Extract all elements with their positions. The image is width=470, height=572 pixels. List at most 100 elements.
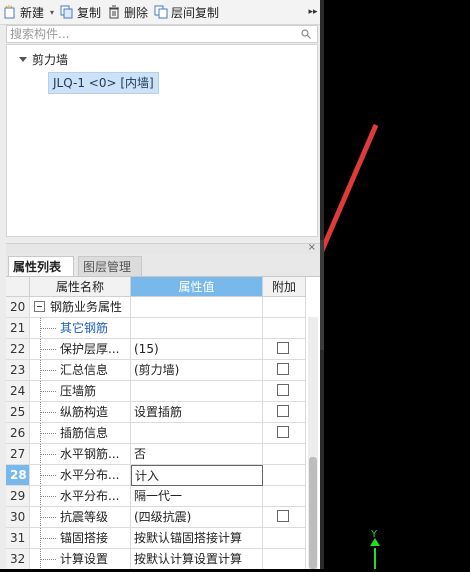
property-value-cell[interactable]: 按默认锚固搭接计算 (131, 528, 263, 549)
vertical-scrollbar[interactable] (308, 317, 318, 569)
row-number: 23 (6, 360, 30, 381)
property-name-label: 水平钢筋... (60, 447, 120, 461)
extra-checkbox[interactable] (277, 342, 289, 354)
tree-guide-line (40, 349, 56, 350)
search-input[interactable] (7, 26, 295, 42)
row-number: 28 (6, 465, 30, 486)
table-row[interactable]: 21 其它钢筋 (6, 318, 306, 339)
table-row[interactable]: 22 保护层厚... (15) (6, 339, 306, 360)
tab-layer-management[interactable]: 图层管理 (78, 256, 142, 276)
property-name-cell[interactable]: 汇总信息 (30, 360, 131, 381)
toolbar-overflow-button[interactable]: ▸▸ (306, 7, 320, 17)
collapse-box-icon[interactable] (34, 301, 45, 312)
tree-node-jlq-1[interactable]: JLQ-1 <0> [内墙] (48, 72, 159, 94)
property-value-editor[interactable]: 计入 (131, 465, 263, 486)
extra-cell (263, 486, 306, 507)
property-value-cell[interactable]: 设置插筋 (131, 402, 263, 423)
property-value-cell[interactable]: 隔一代一 (131, 486, 263, 507)
new-label: 新建 (20, 5, 45, 20)
property-name-label: 锚固搭接 (60, 531, 109, 545)
extra-cell (263, 465, 306, 486)
table-row[interactable]: 25 纵筋构造 设置插筋 (6, 402, 306, 423)
property-name-cell[interactable]: 水平钢筋... (30, 444, 131, 465)
property-name-cell[interactable]: 纵筋构造 (30, 402, 131, 423)
component-panel: 新建 ▾ 复制 删除 层间复制 ▸▸ 搜索构件... 剪力墙 JLQ-1 <0>… (0, 0, 320, 569)
property-name-cell[interactable]: 压墙筋 (30, 381, 131, 402)
extra-cell (263, 402, 306, 423)
table-row[interactable]: 30 抗震等级 (四级抗震) (6, 507, 306, 528)
property-value-cell[interactable]: (剪力墙) (131, 360, 263, 381)
tree-guide-line (40, 454, 56, 455)
tree-guide-line (40, 391, 56, 392)
property-name-cell[interactable]: 计算设置 (30, 549, 131, 569)
toolbar: 新建 ▾ 复制 删除 层间复制 ▸▸ (0, 0, 320, 25)
extra-checkbox[interactable] (277, 363, 289, 375)
component-tree: 剪力墙 JLQ-1 <0> [内墙] (6, 44, 318, 237)
property-name-cell[interactable]: 抗震等级 (30, 507, 131, 528)
tree-guide-line (40, 496, 56, 497)
property-panel-header: × (6, 242, 320, 254)
header-property-value[interactable]: 属性值 (131, 277, 263, 297)
tree-guide-line (40, 538, 56, 539)
row-number: 30 (6, 507, 30, 528)
property-value-cell[interactable] (131, 318, 263, 339)
extra-cell (263, 507, 306, 528)
table-row[interactable]: 27 水平钢筋... 否 (6, 444, 306, 465)
new-dropdown-arrow[interactable]: ▾ (47, 8, 57, 17)
property-value-cell[interactable] (131, 297, 263, 318)
copy-button[interactable]: 复制 (57, 1, 104, 23)
extra-checkbox[interactable] (277, 510, 289, 522)
property-value-cell[interactable] (131, 381, 263, 402)
property-value-cell[interactable]: (15) (131, 339, 263, 360)
row-number: 21 (6, 318, 30, 339)
table-row[interactable]: 28 水平分布... 计入 (6, 465, 306, 486)
property-value-cell[interactable] (131, 423, 263, 444)
copy-icon (60, 5, 74, 19)
extra-checkbox[interactable] (277, 426, 289, 438)
collapse-arrow-icon[interactable] (19, 57, 27, 62)
property-name-cell[interactable]: 水平分布... (30, 486, 131, 507)
header-property-name[interactable]: 属性名称 (30, 277, 131, 297)
extra-cell (263, 297, 306, 318)
property-name-cell[interactable]: 钢筋业务属性 (30, 297, 131, 318)
row-number: 32 (6, 549, 30, 569)
new-button[interactable]: 新建 (0, 1, 47, 23)
extra-checkbox[interactable] (277, 384, 289, 396)
extra-checkbox[interactable] (277, 405, 289, 417)
close-icon[interactable]: × (308, 242, 316, 253)
property-name-cell[interactable]: 保护层厚... (30, 339, 131, 360)
property-name-label: 钢筋业务属性 (50, 300, 123, 314)
property-grid: 属性名称 属性值 附加 20 钢筋业务属性 21 其它钢筋 22 保护层厚... (15) 2… (6, 277, 320, 569)
tab-property-list[interactable]: 属性列表 (8, 256, 74, 276)
property-name-cell[interactable]: 插筋信息 (30, 423, 131, 444)
table-row[interactable]: 24 压墙筋 (6, 381, 306, 402)
property-value-cell[interactable]: 否 (131, 444, 263, 465)
property-value-cell[interactable]: (四级抗震) (131, 507, 263, 528)
drawing-viewport[interactable]: Y (208, 0, 470, 569)
property-name-label: 水平分布... (60, 489, 120, 503)
viewport-canvas: Y (208, 124, 380, 569)
property-value-cell[interactable]: 按默认计算设置计算 (131, 549, 263, 569)
search-icon[interactable] (301, 28, 311, 39)
header-extra[interactable]: 附加 (263, 277, 306, 297)
floor-copy-button[interactable]: 层间复制 (151, 1, 222, 23)
table-row[interactable]: 26 插筋信息 (6, 423, 306, 444)
table-row[interactable]: 20 钢筋业务属性 (6, 297, 306, 318)
table-row[interactable]: 31 锚固搭接 按默认锚固搭接计算 (6, 528, 306, 549)
property-name-cell[interactable]: 其它钢筋 (30, 318, 131, 339)
scrollbar-thumb[interactable] (309, 457, 317, 569)
floor-copy-icon (154, 5, 168, 19)
new-icon (3, 5, 17, 19)
property-name-label: 插筋信息 (60, 426, 109, 440)
property-name-cell[interactable]: 锚固搭接 (30, 528, 131, 549)
table-row[interactable]: 32 计算设置 按默认计算设置计算 (6, 549, 306, 569)
table-row[interactable]: 29 水平分布... 隔一代一 (6, 486, 306, 507)
extra-cell (263, 360, 306, 381)
extra-cell (263, 444, 306, 465)
property-name-cell[interactable]: 水平分布... (30, 465, 131, 486)
delete-button[interactable]: 删除 (104, 1, 151, 23)
row-number: 20 (6, 297, 30, 318)
table-row[interactable]: 23 汇总信息 (剪力墙) (6, 360, 306, 381)
tree-node-shear-wall[interactable]: 剪力墙 (19, 51, 68, 68)
property-name-label: 其它钢筋 (60, 321, 109, 335)
